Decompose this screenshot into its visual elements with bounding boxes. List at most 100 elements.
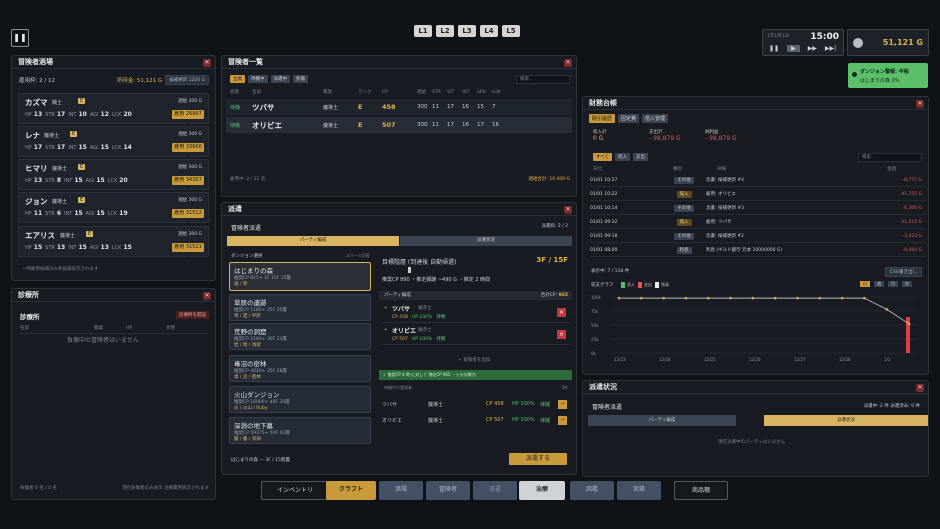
balance-point — [706, 296, 710, 300]
tab-party[interactable]: パーティ編成 — [227, 236, 399, 246]
csv-export-button[interactable]: CSV書き出し — [884, 267, 922, 277]
level-5-button[interactable]: L5 — [502, 25, 520, 37]
roster-search-input[interactable]: 検索... — [516, 75, 570, 84]
tab-party[interactable]: パーティ編成 — [588, 415, 736, 426]
nav-encyclopedia[interactable]: 図鑑 — [570, 481, 614, 500]
nav-tavern[interactable]: 酒場 — [379, 481, 423, 500]
hire-button[interactable]: 雇用 34307 G — [172, 176, 204, 192]
dungeon-option[interactable]: 火山ダンジョン 推奨CP 16000+ 40F 30層炎 / 火山 / Ruby — [229, 386, 371, 413]
nav-adventurers[interactable]: 冒険者 — [426, 481, 470, 500]
clock-panel: 1年1月1日 15:00 ❚❚ ▶ ▶▶ ▶▶| — [762, 29, 844, 56]
col-spd: SPD — [477, 89, 487, 95]
level-4-button[interactable]: L4 — [480, 25, 498, 37]
ledger-amount: -6,300 G — [902, 205, 922, 211]
hire-button[interactable]: 雇用 26997 G — [172, 110, 204, 126]
party-cp-label: 合計CP: — [540, 293, 559, 298]
nav-clinic[interactable]: 治療 — [519, 481, 565, 500]
filter-all[interactable]: すべて — [593, 153, 613, 161]
ledger-search-input[interactable]: 検索... — [858, 153, 922, 162]
close-icon[interactable]: ✕ — [203, 292, 211, 300]
tab-dispatched[interactable]: 派遣中 — [270, 75, 290, 83]
hire-button[interactable]: 雇用 31511 G — [172, 243, 204, 259]
dungeon-option[interactable]: はじまりの森 推奨CP 815+ 1F 15F 15層森 / 草 — [229, 262, 371, 291]
ledger-row[interactable]: 01/01 10:27 その他 念書: 候補更新 #4 -8,775 G — [590, 174, 926, 187]
tab-injured[interactable]: 負傷 — [293, 75, 308, 83]
hire-label: 雇用 — [174, 177, 185, 183]
nav-dispatch[interactable]: 派遣 — [473, 481, 517, 500]
col-fee: 週給 — [417, 90, 426, 95]
add-member-button[interactable]: → — [558, 415, 567, 425]
stat-agi: 12 — [100, 111, 109, 118]
close-icon[interactable]: ✕ — [916, 100, 924, 108]
inventory-button[interactable]: インベントリ — [261, 481, 329, 500]
sum-value: - 98,879 G — [649, 135, 681, 142]
range-week[interactable]: 週 — [874, 281, 884, 287]
level-3-button[interactable]: L3 — [458, 25, 476, 37]
tab-dispatch-status[interactable]: 派遣状況 — [764, 415, 928, 426]
tab-loans[interactable]: 借入管理 — [642, 114, 669, 123]
nav-craft[interactable]: クラフト — [326, 481, 376, 500]
col-status: 状態 — [230, 90, 239, 95]
play-icon[interactable]: ▶ — [787, 45, 800, 52]
party-label: パーティ編成 — [384, 293, 411, 298]
waiting-member[interactable]: オリビエ 魔導士 CP 507 HP 100% 待機 → — [382, 413, 570, 427]
tab-transactions[interactable]: 取引履歴 — [589, 114, 616, 123]
skip-icon[interactable]: ▶▶| — [825, 45, 836, 52]
pause-icon[interactable]: ❚❚ — [769, 45, 779, 52]
ledger-amount: -3,923 G — [902, 233, 922, 239]
roster-row[interactable]: 待機 オリビエ 魔導士 E 507 300 11 17 16 17 16 — [226, 117, 572, 133]
remove-member-button[interactable]: × — [557, 330, 566, 339]
dungeon-option[interactable]: 深淵の地下墓 推奨CP 59375+ 50F 42層闇 / 墓 / 深淵 — [229, 417, 371, 444]
tab-fixed-costs[interactable]: 固定費 — [618, 114, 640, 123]
capacity-ok-text: 推奨CP 4 時 に対して 現在CP 965 ・十分な戦力 — [387, 372, 476, 377]
filter-income[interactable]: 収入 — [615, 153, 631, 161]
range-year[interactable]: 年 — [902, 281, 912, 287]
pause-button[interactable]: ❚❚ — [11, 29, 29, 47]
ledger-date: 01/01 08:00 — [590, 247, 618, 253]
tab-all[interactable]: 全員 — [230, 75, 245, 83]
filter-expense[interactable]: 支出 — [633, 153, 649, 161]
dungeon-option[interactable]: 毒沼の密林 推奨CP 4640+ 35F 28層毒 / 沼 / 密林 — [229, 355, 371, 382]
floor-slider-handle[interactable] — [408, 267, 411, 273]
tab-dispatch-status[interactable]: 派遣状況 — [400, 236, 572, 246]
dungeon-option[interactable]: 荒野の洞窟 推奨CP 2160+ 30F 24層岩 / 暗 / 洞窟 — [229, 323, 371, 350]
ledger-row[interactable]: 01/01 10:22 収入 雇用: オリビエ -41,755 G — [590, 188, 926, 201]
clinic-footer-right: 現在負傷者のみ表示 治療費用表示されます — [122, 486, 209, 491]
hire-price: 34307 G — [185, 177, 202, 192]
ledger-row[interactable]: 01/01 08:00 利息 利息 (ギルド銀行 元本 10000000 G) -9,… — [590, 244, 926, 257]
close-icon[interactable]: ✕ — [564, 59, 572, 67]
hire-button[interactable]: 雇用 33666 G — [172, 143, 204, 159]
range-day[interactable]: 日 — [860, 281, 870, 287]
level-1-button[interactable]: L1 — [414, 25, 432, 37]
coin-icon — [853, 38, 863, 48]
ledger-row[interactable]: 01/01 10:14 その他 念書: 候補更新 #3 -6,300 G — [590, 202, 926, 215]
stat-int: 15 — [74, 210, 83, 217]
roster-row[interactable]: 待機 ツバサ 魔導士 E 458 300 11 17 16 15 7 — [226, 99, 572, 115]
waiting-member[interactable]: ツバサ 魔導士 CP 458 HP 100% 待機 → — [382, 397, 570, 411]
add-adventurer-button[interactable]: + 冒険者を追加 — [458, 357, 490, 363]
balance-point — [885, 308, 888, 311]
dispatch-button[interactable]: 派遣する — [509, 453, 567, 465]
shop-shelf-button[interactable]: 商品棚 — [674, 481, 728, 500]
ledger-row[interactable]: 01/01 09:32 収入 雇用: ツバサ -31,512 G — [590, 216, 926, 229]
ledger-detail: 雇用: オリビエ — [706, 192, 736, 197]
open-clinic-button[interactable]: 診療所を開設 — [176, 311, 209, 319]
dungeon-alert[interactable]: ダンジョン警報: 中程 はじまりの森 0% — [848, 63, 928, 88]
nav-achievements[interactable]: 実績 — [617, 481, 661, 500]
money-panel: 51,121 G — [847, 29, 929, 56]
dungeon-option[interactable]: 草原の遺跡 推奨CP 1185+ 25F 20層草 / 遺 / 平原 — [229, 294, 371, 321]
add-member-button[interactable]: → — [558, 399, 567, 409]
close-icon[interactable]: ✕ — [564, 206, 572, 214]
ledger-row[interactable]: 01/01 09:18 その他 念書: 候補更新 #2 -3,923 G — [590, 230, 926, 243]
refresh-candidates-button[interactable]: 候補更新 1220 G — [165, 75, 209, 85]
close-icon[interactable]: ✕ — [916, 384, 924, 392]
range-month[interactable]: 月 — [888, 281, 898, 287]
level-2-button[interactable]: L2 — [436, 25, 454, 37]
fast-forward-icon[interactable]: ▶▶ — [808, 45, 817, 52]
candidate-card: カズマ 戦士 E 週給 300 G HP 13 STR 17 INT 10 AGI 12 LCK 20 雇用… — [18, 93, 209, 126]
arrow-icon: → — [560, 400, 565, 407]
hire-button[interactable]: 雇用 31512 G — [172, 209, 204, 225]
remove-member-button[interactable]: × — [557, 308, 566, 317]
tab-idle[interactable]: 待機中 — [248, 75, 268, 83]
close-icon[interactable]: ✕ — [203, 59, 211, 67]
